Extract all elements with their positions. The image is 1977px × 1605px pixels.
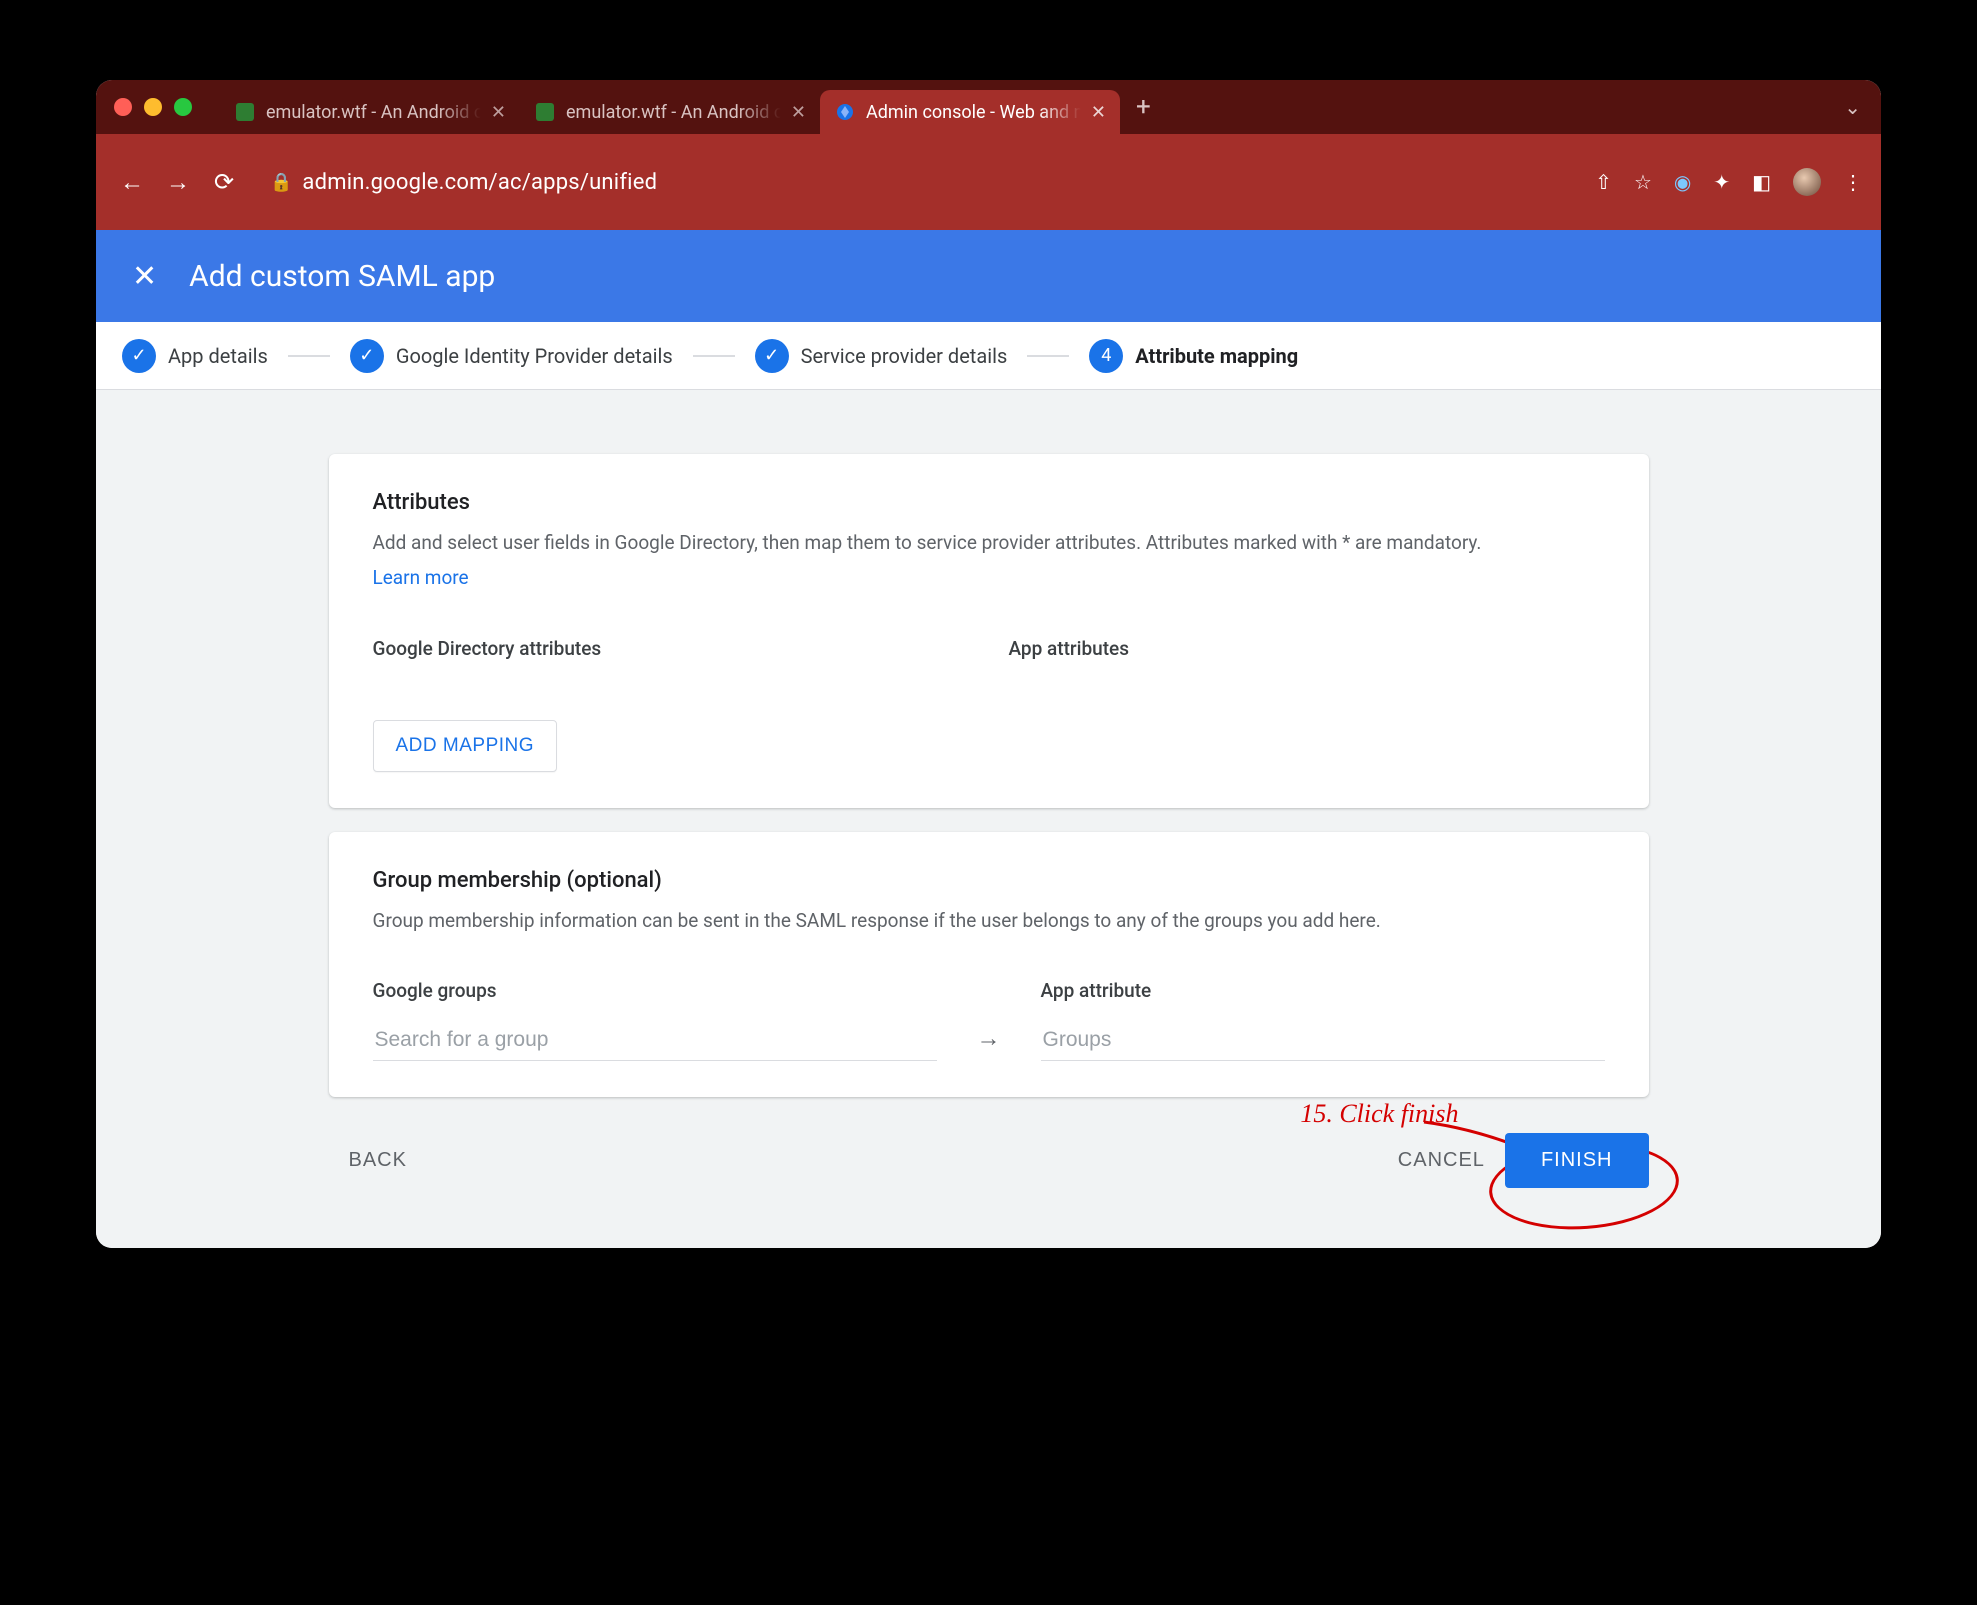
- group-heading: Group membership (optional): [373, 868, 1605, 893]
- tab-title: emulator.wtf - An Android cloud: [266, 102, 481, 123]
- browser-menu-icon[interactable]: ⋮: [1843, 170, 1863, 194]
- app-attribute-label: App attribute: [1041, 979, 1605, 1002]
- browser-tab-1[interactable]: emulator.wtf - An Android cloud ✕: [220, 90, 520, 134]
- column-google-directory: Google Directory attributes: [373, 637, 969, 660]
- bookmark-star-icon[interactable]: ☆: [1634, 170, 1652, 194]
- step-check-icon: ✓: [122, 339, 156, 373]
- window-close-button[interactable]: [114, 98, 132, 116]
- extension-icon-1[interactable]: ◉: [1674, 170, 1691, 194]
- step-label: App details: [168, 344, 268, 368]
- attributes-heading: Attributes: [373, 490, 1605, 515]
- nav-forward-button[interactable]: →: [160, 168, 196, 197]
- tab-favicon-icon: [534, 101, 556, 123]
- step-label: Service provider details: [801, 344, 1008, 368]
- learn-more-link[interactable]: Learn more: [373, 566, 469, 589]
- tab-title: emulator.wtf - An Android cloud: [566, 102, 781, 123]
- wizard-footer: BACK CANCEL FINISH: [329, 1133, 1649, 1188]
- add-mapping-button[interactable]: ADD MAPPING: [373, 720, 558, 772]
- step-sp-details[interactable]: ✓ Service provider details: [755, 339, 1008, 373]
- group-membership-card: Group membership (optional) Group member…: [329, 832, 1649, 1098]
- step-label: Attribute mapping: [1135, 344, 1298, 368]
- step-connector: [288, 355, 330, 357]
- side-panel-icon[interactable]: ◧: [1752, 170, 1771, 194]
- window-controls: [114, 98, 192, 116]
- cancel-button[interactable]: CANCEL: [1378, 1135, 1505, 1186]
- close-dialog-button[interactable]: ✕: [132, 259, 157, 294]
- nav-reload-button[interactable]: ⟳: [206, 168, 242, 196]
- step-number-icon: 4: [1089, 339, 1123, 373]
- tab-title: Admin console - Web and mobile: [866, 102, 1081, 123]
- google-groups-label: Google groups: [373, 979, 937, 1002]
- lock-icon: 🔒: [270, 172, 292, 193]
- url-text: admin.google.com/ac/apps/unified: [302, 170, 657, 195]
- wizard-stepper: ✓ App details ✓ Google Identity Provider…: [96, 322, 1881, 390]
- content-area: Attributes Add and select user fields in…: [96, 390, 1881, 1248]
- app-attribute-input[interactable]: [1041, 1020, 1605, 1061]
- browser-window: emulator.wtf - An Android cloud ✕ emulat…: [96, 80, 1881, 1248]
- tabs-menu-chevron-icon[interactable]: ⌄: [1844, 95, 1881, 119]
- window-minimize-button[interactable]: [144, 98, 162, 116]
- page-title: Add custom SAML app: [189, 259, 495, 294]
- share-icon[interactable]: ⇧: [1595, 170, 1612, 194]
- tab-favicon-icon: [234, 101, 256, 123]
- profile-avatar-icon[interactable]: [1793, 168, 1821, 196]
- address-bar[interactable]: 🔒 admin.google.com/ac/apps/unified: [270, 170, 657, 195]
- group-description: Group membership information can be sent…: [373, 907, 1605, 936]
- window-maximize-button[interactable]: [174, 98, 192, 116]
- step-attribute-mapping[interactable]: 4 Attribute mapping: [1089, 339, 1298, 373]
- app-header: ✕ Add custom SAML app: [96, 230, 1881, 322]
- browser-tab-3[interactable]: Admin console - Web and mobile ✕: [820, 90, 1120, 134]
- extensions-puzzle-icon[interactable]: ✦: [1713, 170, 1730, 194]
- step-app-details[interactable]: ✓ App details: [122, 339, 268, 373]
- annotation-text: 15. Click finish: [1300, 1099, 1458, 1129]
- step-idp-details[interactable]: ✓ Google Identity Provider details: [350, 339, 673, 373]
- step-connector: [693, 355, 735, 357]
- step-connector: [1027, 355, 1069, 357]
- step-check-icon: ✓: [350, 339, 384, 373]
- google-groups-search-input[interactable]: [373, 1020, 937, 1061]
- attributes-description: Add and select user fields in Google Dir…: [373, 529, 1605, 558]
- finish-button[interactable]: FINISH: [1505, 1133, 1649, 1188]
- browser-toolbar: ← → ⟳ 🔒 admin.google.com/ac/apps/unified…: [96, 134, 1881, 230]
- browser-tab-strip: emulator.wtf - An Android cloud ✕ emulat…: [96, 80, 1881, 134]
- tab-favicon-icon: [834, 101, 856, 123]
- toolbar-right-icons: ⇧ ☆ ◉ ✦ ◧ ⋮: [1595, 168, 1863, 196]
- column-app-attributes: App attributes: [1009, 637, 1605, 660]
- step-label: Google Identity Provider details: [396, 344, 673, 368]
- new-tab-button[interactable]: +: [1120, 92, 1167, 122]
- step-check-icon: ✓: [755, 339, 789, 373]
- nav-back-button[interactable]: ←: [114, 168, 150, 197]
- attributes-card: Attributes Add and select user fields in…: [329, 454, 1649, 808]
- tab-close-icon[interactable]: ✕: [1091, 102, 1106, 123]
- back-button[interactable]: BACK: [329, 1135, 427, 1186]
- tab-close-icon[interactable]: ✕: [491, 102, 506, 123]
- tabs-container: emulator.wtf - An Android cloud ✕ emulat…: [220, 80, 1167, 134]
- tab-close-icon[interactable]: ✕: [791, 102, 806, 123]
- arrow-right-icon: →: [977, 988, 1001, 1053]
- browser-tab-2[interactable]: emulator.wtf - An Android cloud ✕: [520, 90, 820, 134]
